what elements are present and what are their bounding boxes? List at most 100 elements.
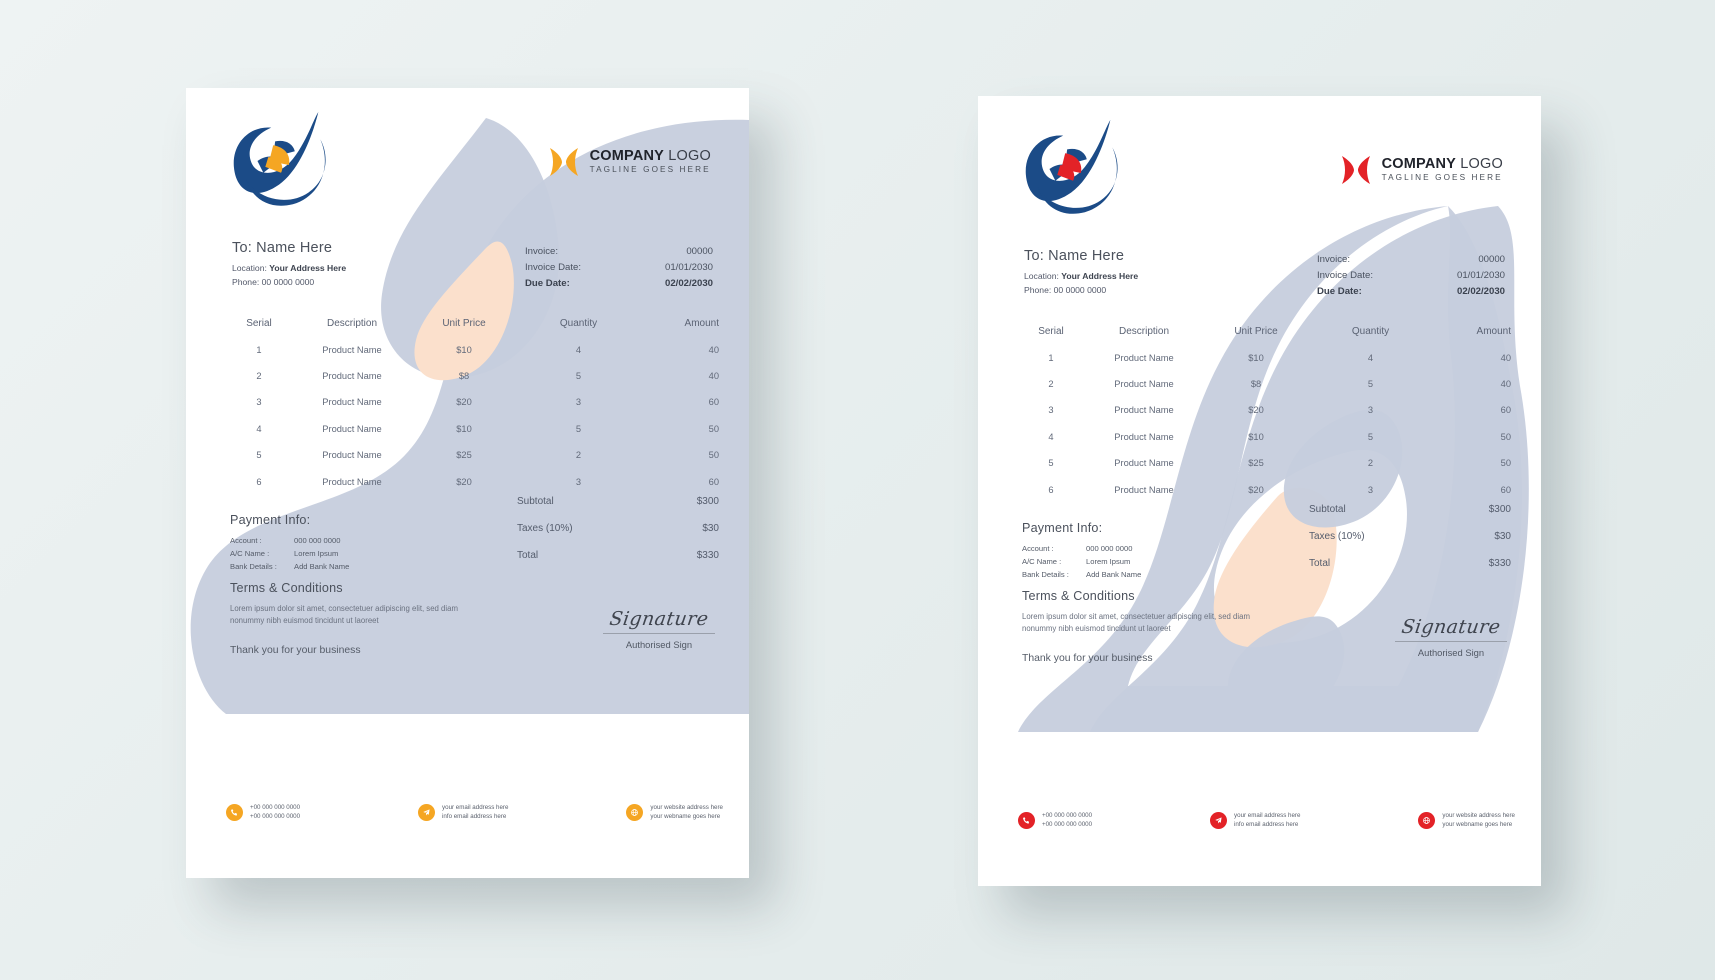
- cell-unit-price: $10: [1248, 431, 1264, 442]
- cell-unit-price: $8: [458, 370, 470, 381]
- cell-quantity: 2: [575, 450, 582, 461]
- cell-serial: 6: [1048, 484, 1054, 495]
- cell-amount: 50: [708, 423, 719, 434]
- meta-row-invoice: Invoice: 00000: [525, 244, 713, 260]
- table-row: 5 Product Name $25 2 50: [1022, 450, 1511, 476]
- totals-block: Subtotal $300 Taxes (10%) $30 Total $330: [1309, 496, 1511, 577]
- cell-description: Product Name: [322, 423, 382, 434]
- cell-amount: 60: [708, 397, 719, 408]
- terms-title: Terms & Conditions: [230, 581, 343, 595]
- meta-value: 01/01/2030: [1456, 270, 1505, 282]
- footer-contact-text: your email address here info email addres…: [442, 803, 509, 821]
- cell-unit-price: $25: [1248, 458, 1264, 469]
- cell-serial: 4: [256, 423, 262, 434]
- cell-amount: 40: [1500, 378, 1511, 389]
- table-row: 5 Product Name $25 2 50: [230, 442, 719, 468]
- bowtie-logo-icon: [1341, 156, 1370, 184]
- totals-row-total: Total $330: [517, 542, 719, 569]
- cell-amount: 50: [1500, 431, 1511, 442]
- cell-serial: 3: [1048, 405, 1054, 416]
- bill-to-name: To: Name Here: [1024, 248, 1125, 264]
- email-send-icon: [418, 803, 436, 821]
- totals-value: $300: [1488, 504, 1511, 515]
- globe-icon: [1418, 811, 1436, 829]
- cell-description: Product Name: [322, 344, 382, 355]
- terms-body: Lorem ipsum dolor sit amet, consectetuer…: [1022, 612, 1250, 634]
- footer-contact-phone[interactable]: +00 000 000 0000 +00 000 000 0000: [1018, 811, 1092, 830]
- meta-row-invoice-date: Invoice Date: 01/01/2030: [525, 260, 713, 276]
- cell-description: Product Name: [1114, 458, 1174, 469]
- table-row: 1 Product Name $10 4 40: [1022, 344, 1511, 370]
- payment-info-title: Payment Info:: [1022, 521, 1103, 535]
- cell-unit-price: $10: [1248, 352, 1264, 363]
- cell-unit-price: $20: [1248, 484, 1264, 495]
- payment-line-account: Account : 000 000 0000: [1022, 544, 1133, 553]
- cell-quantity: 4: [1367, 352, 1374, 363]
- company-tagline: TAGLINE GOES HERE: [589, 165, 711, 175]
- totals-label: Total: [517, 550, 539, 561]
- table-row: 4 Product Name $10 5 50: [230, 416, 719, 442]
- table-row: 3 Product Name $20 3 60: [1022, 397, 1511, 423]
- totals-row-taxes: Taxes (10%) $30: [1309, 523, 1511, 550]
- footer-contact-website[interactable]: your website address here your webname go…: [626, 803, 723, 822]
- table-row: 2 Product Name $8 5 40: [230, 363, 719, 389]
- cell-description: Product Name: [1114, 431, 1174, 442]
- items-table: Serial Description Unit Price Quantity A…: [1022, 318, 1511, 503]
- bill-to-name: To: Name Here: [232, 240, 333, 256]
- cell-quantity: 3: [1367, 484, 1374, 495]
- payment-info-block: Payment Info: Account : 000 000 0000 A/C…: [1022, 521, 1252, 581]
- totals-row-taxes: Taxes (10%) $30: [517, 515, 719, 542]
- invoice-sheet-red[interactable]: COMPANY LOGO TAGLINE GOES HERE To: Name …: [978, 96, 1541, 886]
- cell-quantity: 4: [575, 344, 582, 355]
- meta-label: Invoice:: [1317, 254, 1351, 265]
- footer-contact-text: your website address here your webname go…: [1442, 811, 1515, 829]
- cell-serial: 2: [1048, 378, 1054, 389]
- meta-label: Invoice Date:: [525, 262, 581, 274]
- terms-block: Terms & Conditions Lorem ipsum dolor sit…: [1022, 589, 1252, 664]
- cell-description: Product Name: [1114, 484, 1174, 495]
- totals-row-subtotal: Subtotal $300: [517, 488, 719, 515]
- company-logo-lockup: COMPANY LOGO TAGLINE GOES HERE: [547, 145, 711, 179]
- meta-label: Due Date:: [525, 278, 570, 290]
- totals-row-total: Total $330: [1309, 550, 1511, 577]
- cell-unit-price: $25: [456, 450, 472, 461]
- cell-description: Product Name: [322, 476, 382, 487]
- terms-block: Terms & Conditions Lorem ipsum dolor sit…: [230, 581, 460, 656]
- cell-description: Product Name: [1114, 378, 1174, 389]
- meta-row-due-date: Due Date: 02/02/2030: [525, 276, 713, 292]
- cell-quantity: 3: [575, 476, 582, 487]
- cell-serial: 2: [256, 370, 262, 381]
- column-header-serial: Serial: [1038, 325, 1064, 337]
- cell-description: Product Name: [1114, 405, 1174, 416]
- company-logo-lockup: COMPANY LOGO TAGLINE GOES HERE: [1339, 153, 1503, 187]
- cell-unit-price: $20: [456, 397, 472, 408]
- cell-unit-price: $10: [456, 344, 472, 355]
- totals-label: Taxes (10%): [1309, 531, 1365, 542]
- cell-quantity: 3: [1367, 405, 1374, 416]
- cell-amount: 40: [708, 370, 719, 381]
- phone-icon: [1018, 811, 1035, 829]
- footer-contact-phone[interactable]: +00 000 000 0000 +00 000 000 0000: [226, 803, 300, 822]
- items-table-header: Serial Description Unit Price Quantity A…: [230, 310, 719, 336]
- table-row: 2 Product Name $8 5 40: [1022, 371, 1511, 397]
- meta-row-invoice: Invoice: 00000: [1317, 252, 1505, 268]
- totals-row-subtotal: Subtotal $300: [1309, 496, 1511, 523]
- cell-amount: 40: [708, 344, 719, 355]
- payment-info-title: Payment Info:: [230, 513, 311, 527]
- bill-to-block: To: Name Here Location: Your Address Her…: [232, 240, 346, 290]
- signature-block: Signature Authorised Sign: [1395, 616, 1507, 658]
- footer-contact-email[interactable]: your email address here info email addres…: [1210, 811, 1300, 830]
- signature-block: Signature Authorised Sign: [603, 608, 715, 650]
- column-header-unit-price: Unit Price: [442, 317, 486, 329]
- payment-line-bank-details: Bank Details : Add Bank Name: [1022, 570, 1142, 580]
- footer-contact-email[interactable]: your email address here info email addres…: [418, 803, 508, 822]
- column-header-quantity: Quantity: [1351, 325, 1390, 337]
- totals-label: Subtotal: [1309, 504, 1346, 515]
- meta-value: 02/02/2030: [664, 278, 713, 290]
- footer-contact-website[interactable]: your website address here your webname go…: [1418, 811, 1515, 830]
- items-table-header: Serial Description Unit Price Quantity A…: [1022, 318, 1511, 344]
- column-header-description: Description: [326, 317, 378, 329]
- invoice-sheet-orange[interactable]: COMPANY LOGO TAGLINE GOES HERE To: Name …: [186, 88, 749, 878]
- totals-label: Subtotal: [517, 496, 554, 507]
- cell-description: Product Name: [322, 370, 382, 381]
